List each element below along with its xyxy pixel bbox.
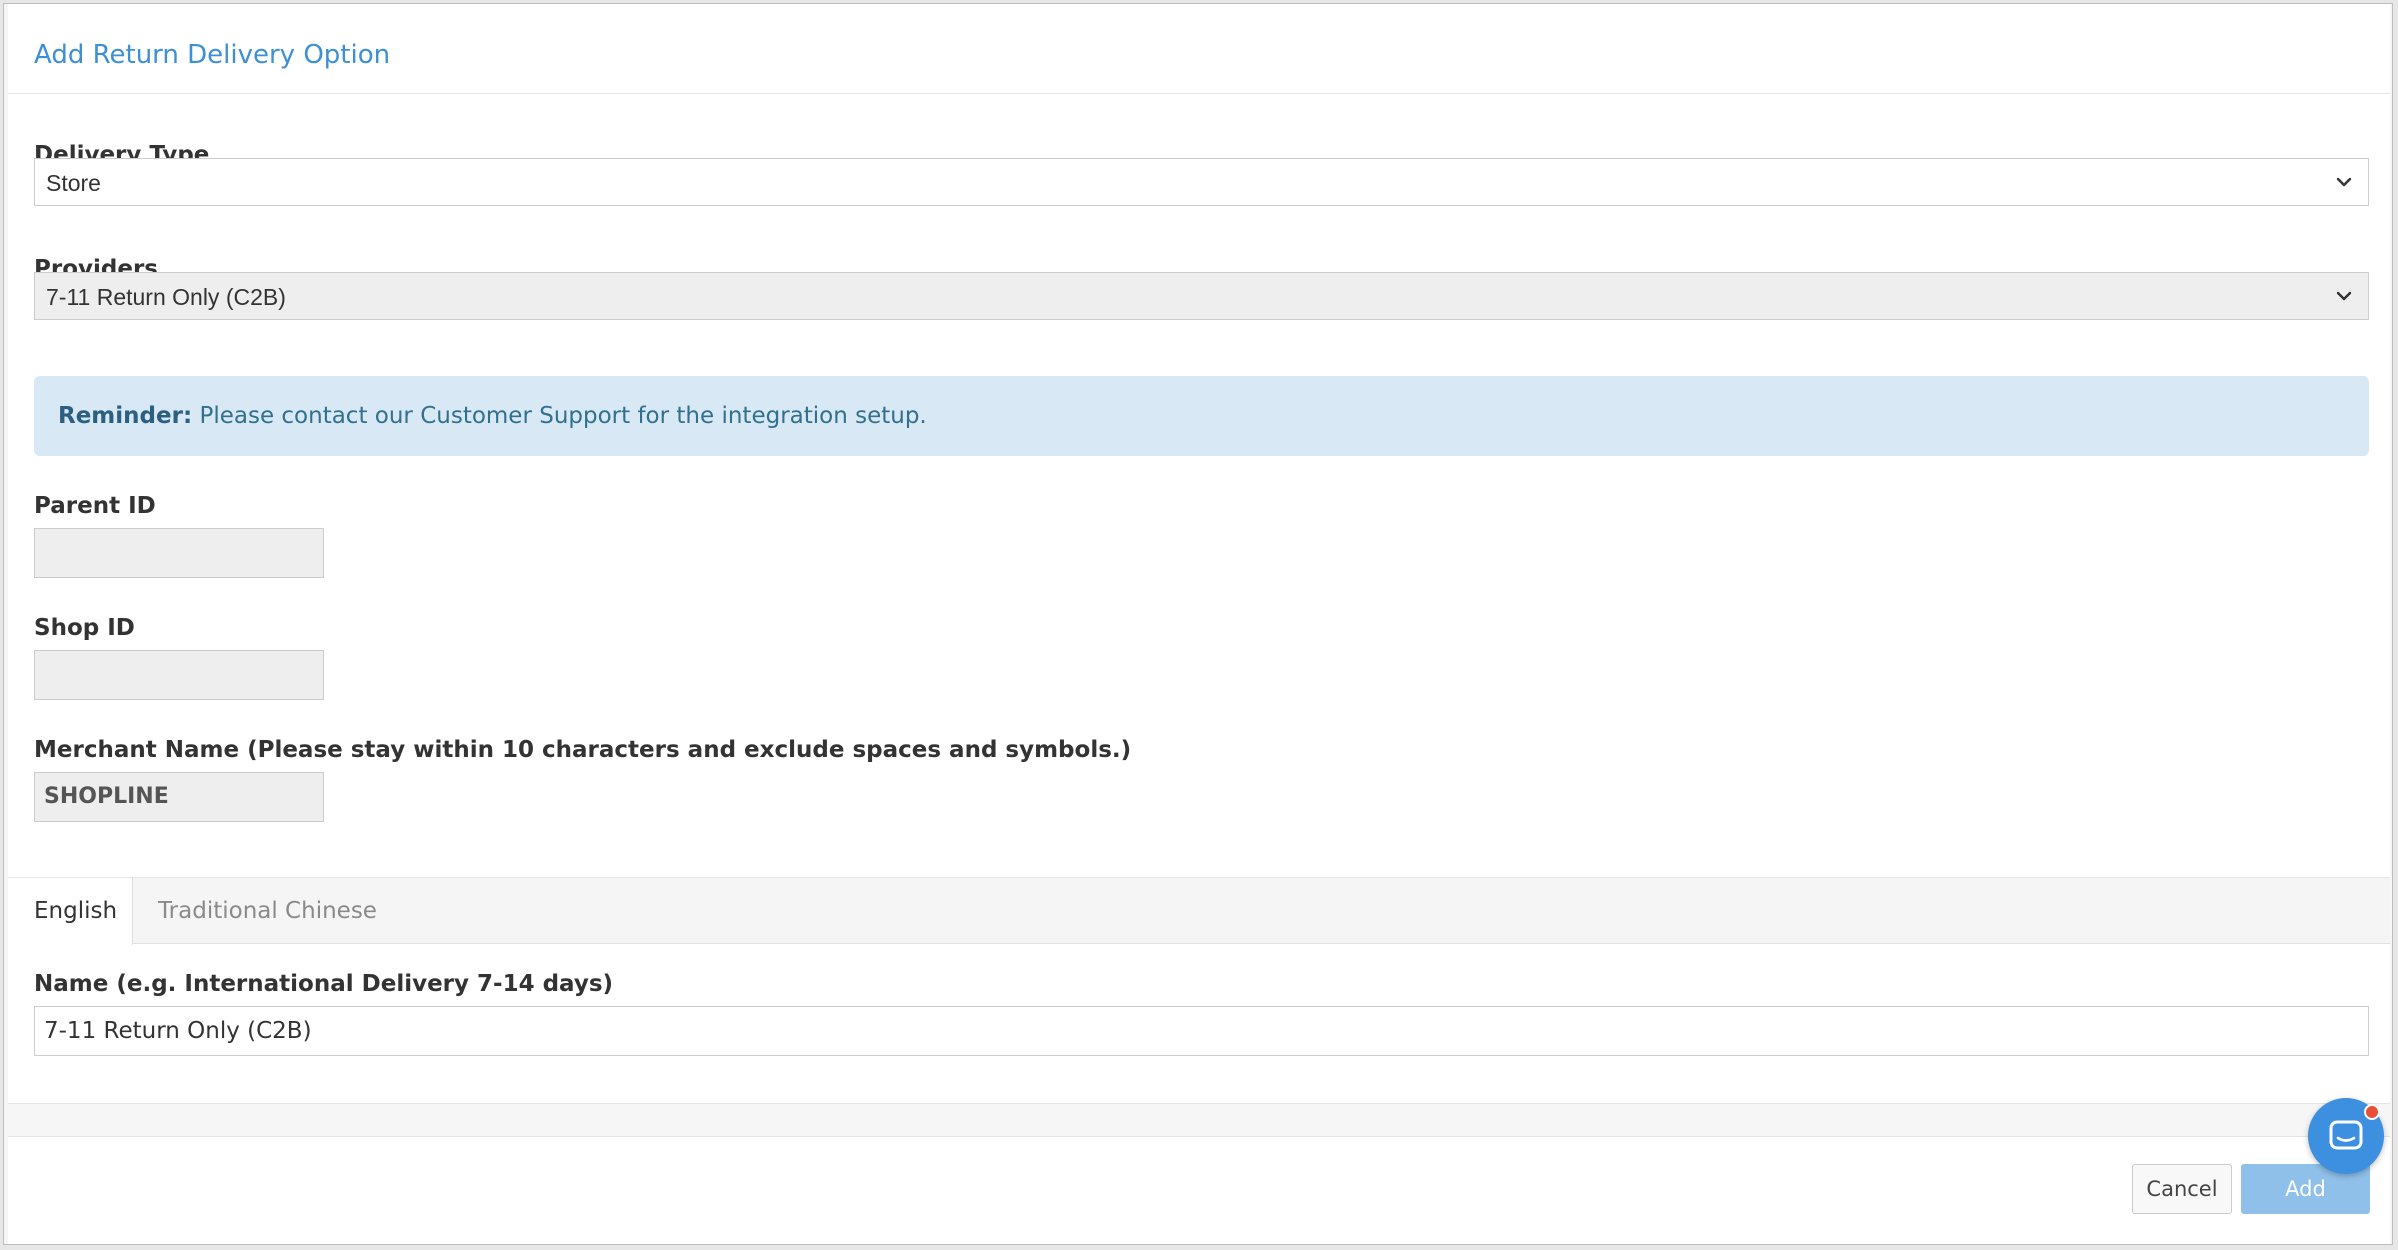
providers-select[interactable]: 7-11 Return Only (C2B)	[34, 272, 2369, 320]
cancel-button[interactable]: Cancel	[2132, 1164, 2232, 1214]
tab-traditional-chinese[interactable]: Traditional Chinese	[158, 878, 377, 944]
merchant-name-label: Merchant Name (Please stay within 10 cha…	[34, 737, 1132, 763]
notification-dot	[2364, 1104, 2380, 1120]
name-field-label: Name (e.g. International Delivery 7-14 d…	[34, 971, 614, 997]
delivery-type-select[interactable]: Store	[34, 158, 2369, 206]
reminder-text: Please contact our Customer Support for …	[192, 403, 927, 429]
parent-id-label: Parent ID	[34, 493, 156, 519]
chat-icon	[2329, 1120, 2363, 1150]
tab-english[interactable]: English	[8, 878, 133, 945]
modal-header: Add Return Delivery Option	[8, 4, 2390, 94]
reminder-prefix: Reminder:	[58, 403, 193, 429]
merchant-name-value: SHOPLINE	[44, 784, 169, 809]
reminder-alert: Reminder: Please contact our Customer Su…	[34, 376, 2369, 456]
delivery-type-value: Store	[46, 170, 101, 196]
merchant-name-input[interactable]: SHOPLINE	[34, 772, 324, 822]
name-input[interactable]: 7-11 Return Only (C2B)	[34, 1006, 2369, 1056]
name-input-value: 7-11 Return Only (C2B)	[44, 1018, 312, 1044]
modal-body: Add Return Delivery Option Delivery Type…	[8, 4, 2390, 1104]
shop-id-label: Shop ID	[34, 615, 135, 641]
modal-window: Add Return Delivery Option Delivery Type…	[3, 3, 2393, 1245]
chat-button[interactable]	[2308, 1098, 2384, 1174]
chevron-down-icon	[2336, 177, 2352, 187]
providers-value: 7-11 Return Only (C2B)	[46, 284, 286, 310]
chevron-down-icon	[2336, 291, 2352, 301]
parent-id-input[interactable]	[34, 528, 324, 578]
shop-id-input[interactable]	[34, 650, 324, 700]
modal-footer: Cancel Add	[8, 1136, 2390, 1244]
modal-title: Add Return Delivery Option	[34, 40, 391, 70]
language-tabs: English Traditional Chinese	[8, 877, 2390, 945]
